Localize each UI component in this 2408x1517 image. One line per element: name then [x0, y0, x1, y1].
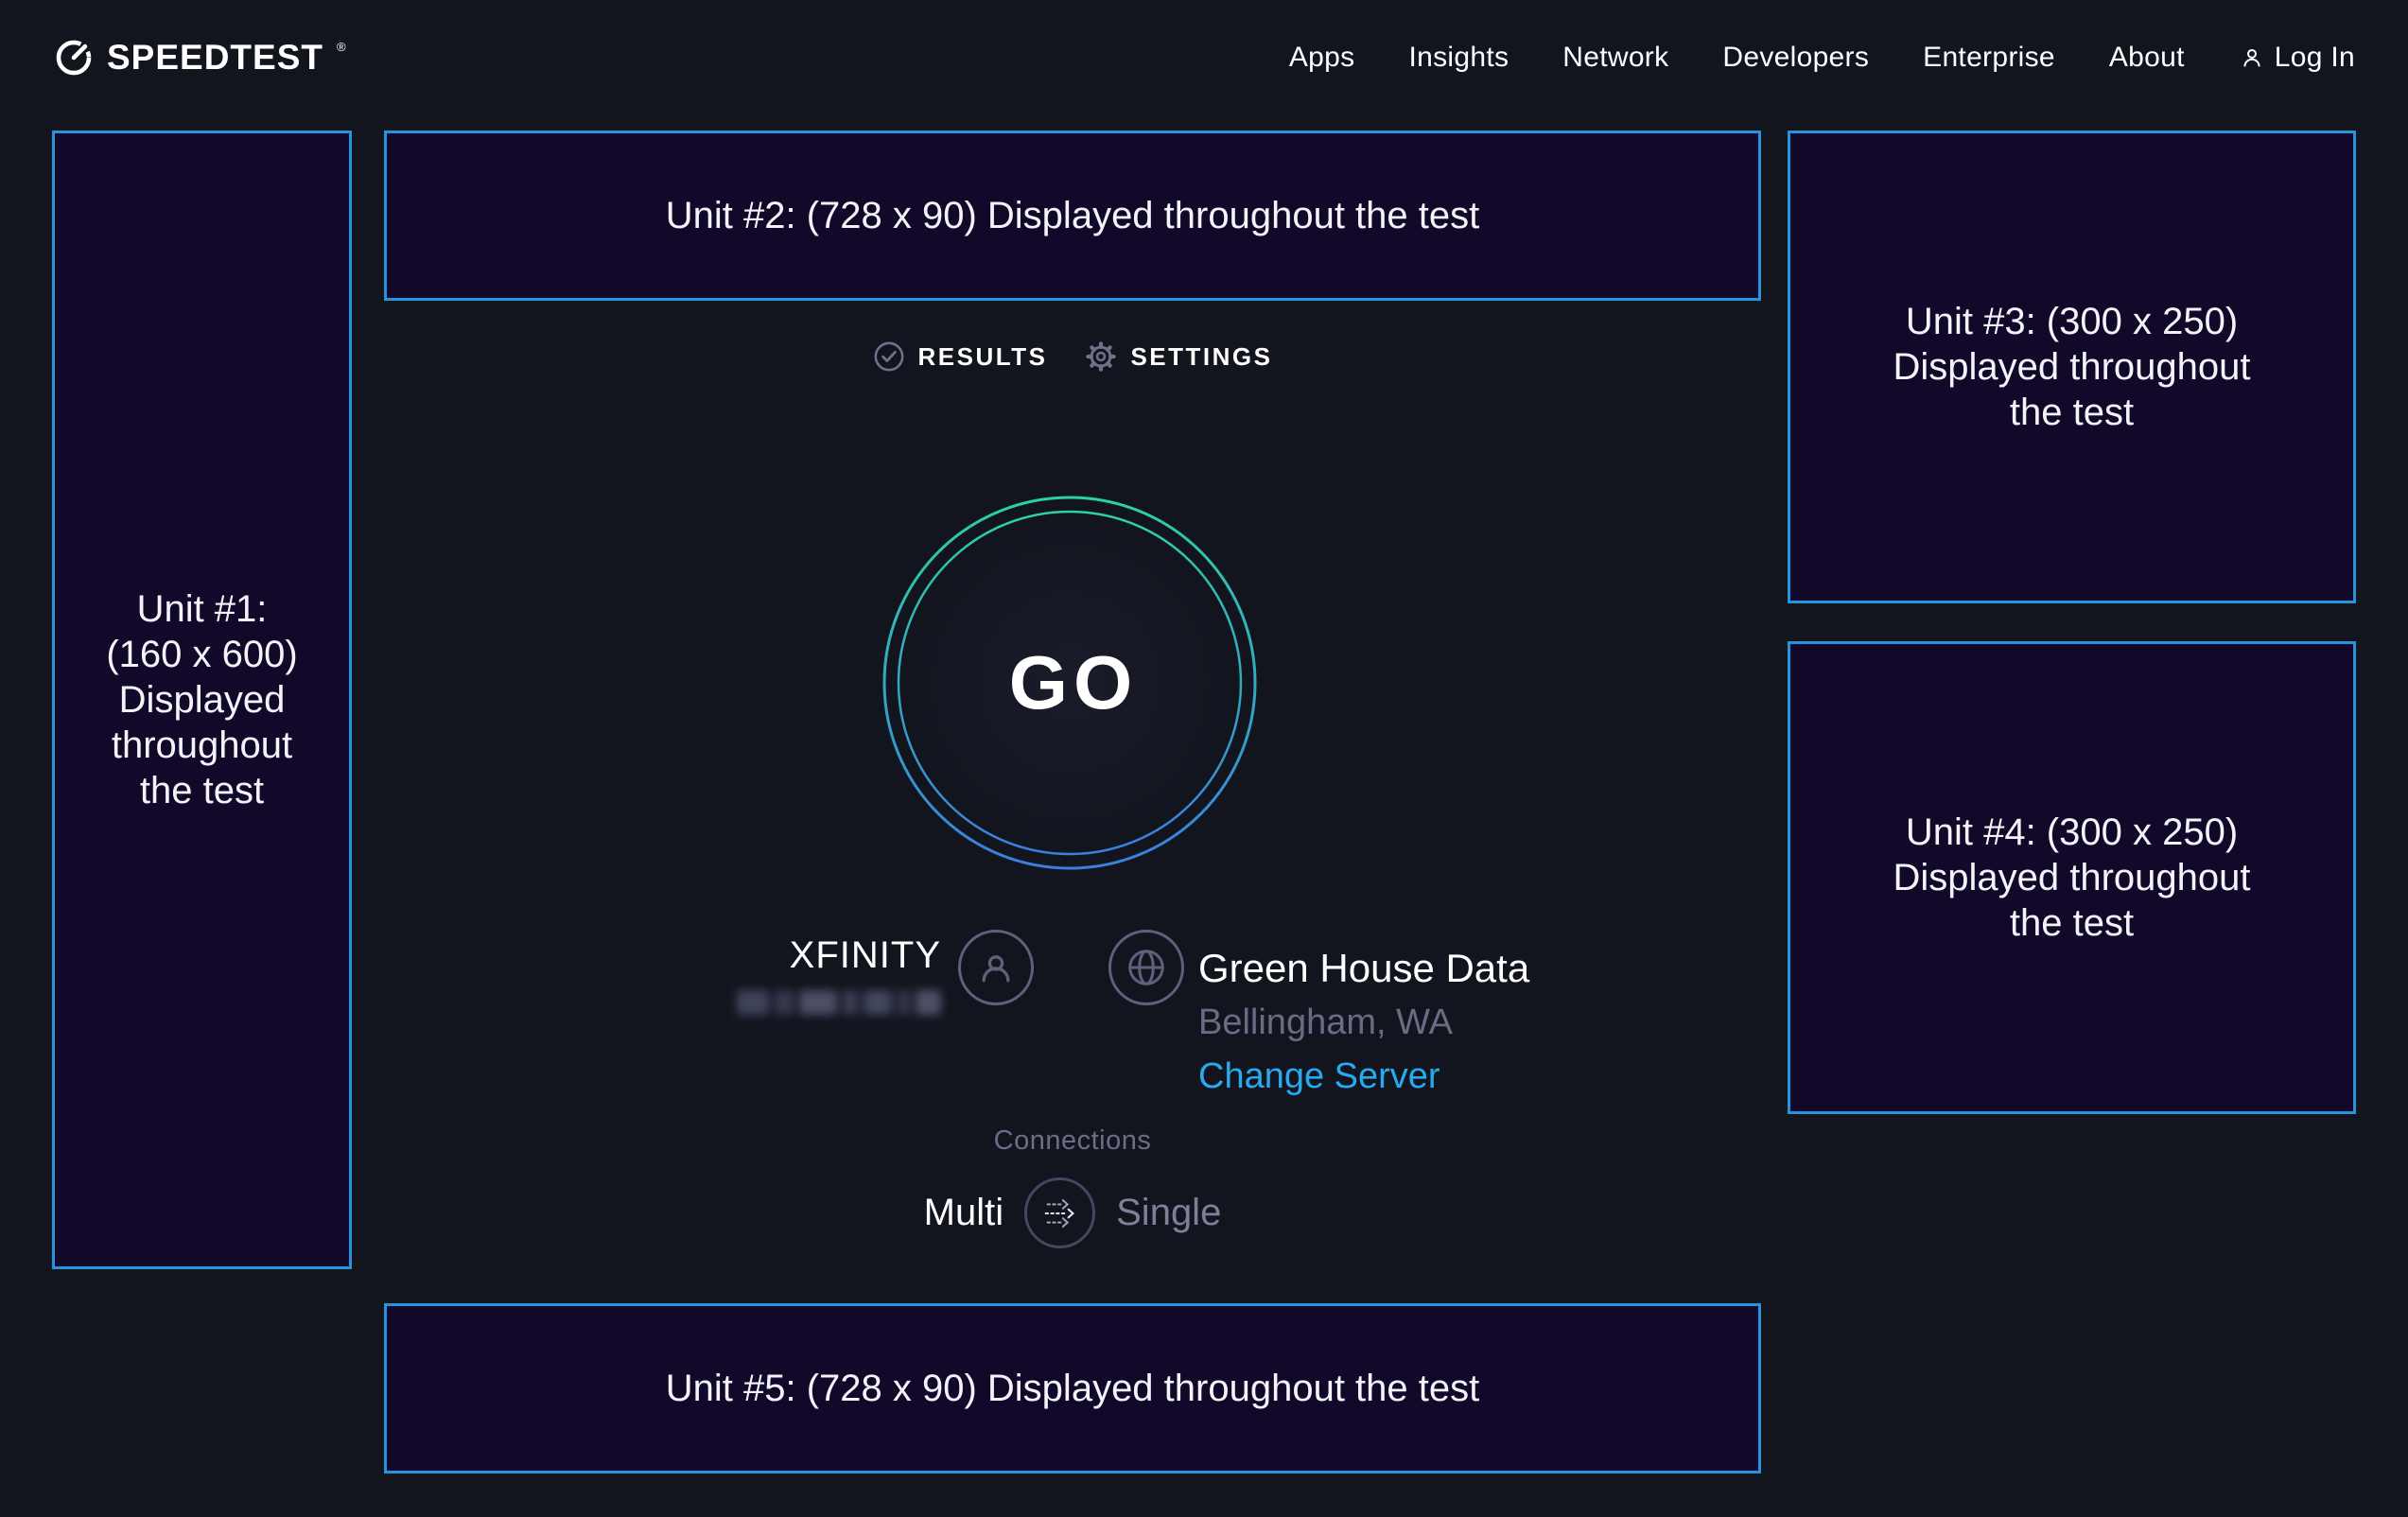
connection-mode-toggle[interactable] — [1024, 1177, 1095, 1248]
isp-name: XFINITY — [737, 934, 941, 977]
speedtest-gauge-icon — [53, 37, 95, 78]
nav-item-developers[interactable]: Developers — [1722, 42, 1869, 74]
ad-unit-4-text: Unit #4: (300 x 250) Displayed throughou… — [1893, 810, 2250, 946]
connections-single-label[interactable]: Single — [1116, 1192, 1221, 1234]
nav-item-insights[interactable]: Insights — [1408, 42, 1509, 74]
multi-arrows-icon — [1038, 1192, 1082, 1235]
person-circle-icon — [975, 947, 1017, 988]
main-nav: Apps Insights Network Developers Enterpr… — [1289, 42, 2355, 74]
nav-item-apps[interactable]: Apps — [1289, 42, 1355, 74]
brand-name: SPEEDTEST — [107, 38, 323, 78]
login-label: Log In — [2275, 42, 2355, 74]
ad-line: Unit #3: (300 x 250) — [1893, 299, 2250, 344]
nav-item-network[interactable]: Network — [1562, 42, 1668, 74]
server-globe — [1108, 930, 1184, 1005]
ad-line: throughout — [106, 723, 297, 768]
server-name: Green House Data — [1198, 946, 1529, 991]
ad-line: the test — [1893, 390, 2250, 435]
view-tabs: RESULTS SETTINGS — [384, 340, 1761, 373]
gear-icon — [1085, 340, 1117, 373]
isp-info: XFINITY — [737, 934, 941, 1015]
nav-item-enterprise[interactable]: Enterprise — [1923, 42, 2055, 74]
tab-results[interactable]: RESULTS — [873, 340, 1048, 373]
connections-multi-label[interactable]: Multi — [924, 1192, 1003, 1234]
ad-line: Displayed throughout — [1893, 855, 2250, 900]
change-server-link[interactable]: Change Server — [1198, 1056, 1440, 1097]
server-info: Green House Data Bellingham, WA Change S… — [1198, 946, 1529, 1097]
trademark-mark: ® — [337, 40, 346, 54]
ad-unit-5[interactable]: Unit #5: (728 x 90) Displayed throughout… — [384, 1303, 1761, 1473]
tab-settings[interactable]: SETTINGS — [1085, 340, 1272, 373]
ad-line: Unit #1: — [106, 586, 297, 632]
ad-line: Displayed — [106, 677, 297, 723]
login-link[interactable]: Log In — [2239, 42, 2355, 74]
ad-unit-1[interactable]: Unit #1: (160 x 600) Displayed throughou… — [52, 131, 352, 1269]
isp-ip-redacted — [737, 990, 941, 1015]
connections-toggle-row: Multi Single — [384, 1177, 1761, 1248]
globe-icon — [1125, 946, 1168, 989]
person-icon — [2239, 44, 2265, 71]
ad-unit-1-text: Unit #1: (160 x 600) Displayed throughou… — [106, 586, 297, 813]
header: SPEEDTEST ® Apps Insights Network Develop… — [0, 0, 2408, 115]
ad-unit-5-text: Unit #5: (728 x 90) Displayed throughout… — [666, 1366, 1480, 1411]
ad-unit-3-text: Unit #3: (300 x 250) Displayed throughou… — [1893, 299, 2250, 435]
tab-settings-label: SETTINGS — [1130, 342, 1272, 372]
ad-line: the test — [1893, 900, 2250, 946]
brand-logo[interactable]: SPEEDTEST ® — [53, 37, 345, 78]
nav-item-about[interactable]: About — [2109, 42, 2185, 74]
ad-unit-2[interactable]: Unit #2: (728 x 90) Displayed throughout… — [384, 131, 1761, 301]
go-button-label: GO — [881, 494, 1259, 872]
ad-line: Displayed throughout — [1893, 344, 2250, 390]
ad-line: Unit #4: (300 x 250) — [1893, 810, 2250, 855]
go-button[interactable]: GO — [881, 494, 1259, 872]
check-circle-icon — [873, 340, 905, 373]
ad-line: (160 x 600) — [106, 632, 297, 677]
ad-unit-2-text: Unit #2: (728 x 90) Displayed throughout… — [666, 193, 1480, 238]
ad-line: the test — [106, 768, 297, 813]
isp-avatar — [958, 930, 1034, 1005]
ad-unit-4[interactable]: Unit #4: (300 x 250) Displayed throughou… — [1788, 641, 2356, 1114]
connections-label: Connections — [384, 1125, 1761, 1157]
ad-unit-3[interactable]: Unit #3: (300 x 250) Displayed throughou… — [1788, 131, 2356, 603]
tab-results-label: RESULTS — [918, 342, 1048, 372]
server-location: Bellingham, WA — [1198, 1003, 1529, 1043]
